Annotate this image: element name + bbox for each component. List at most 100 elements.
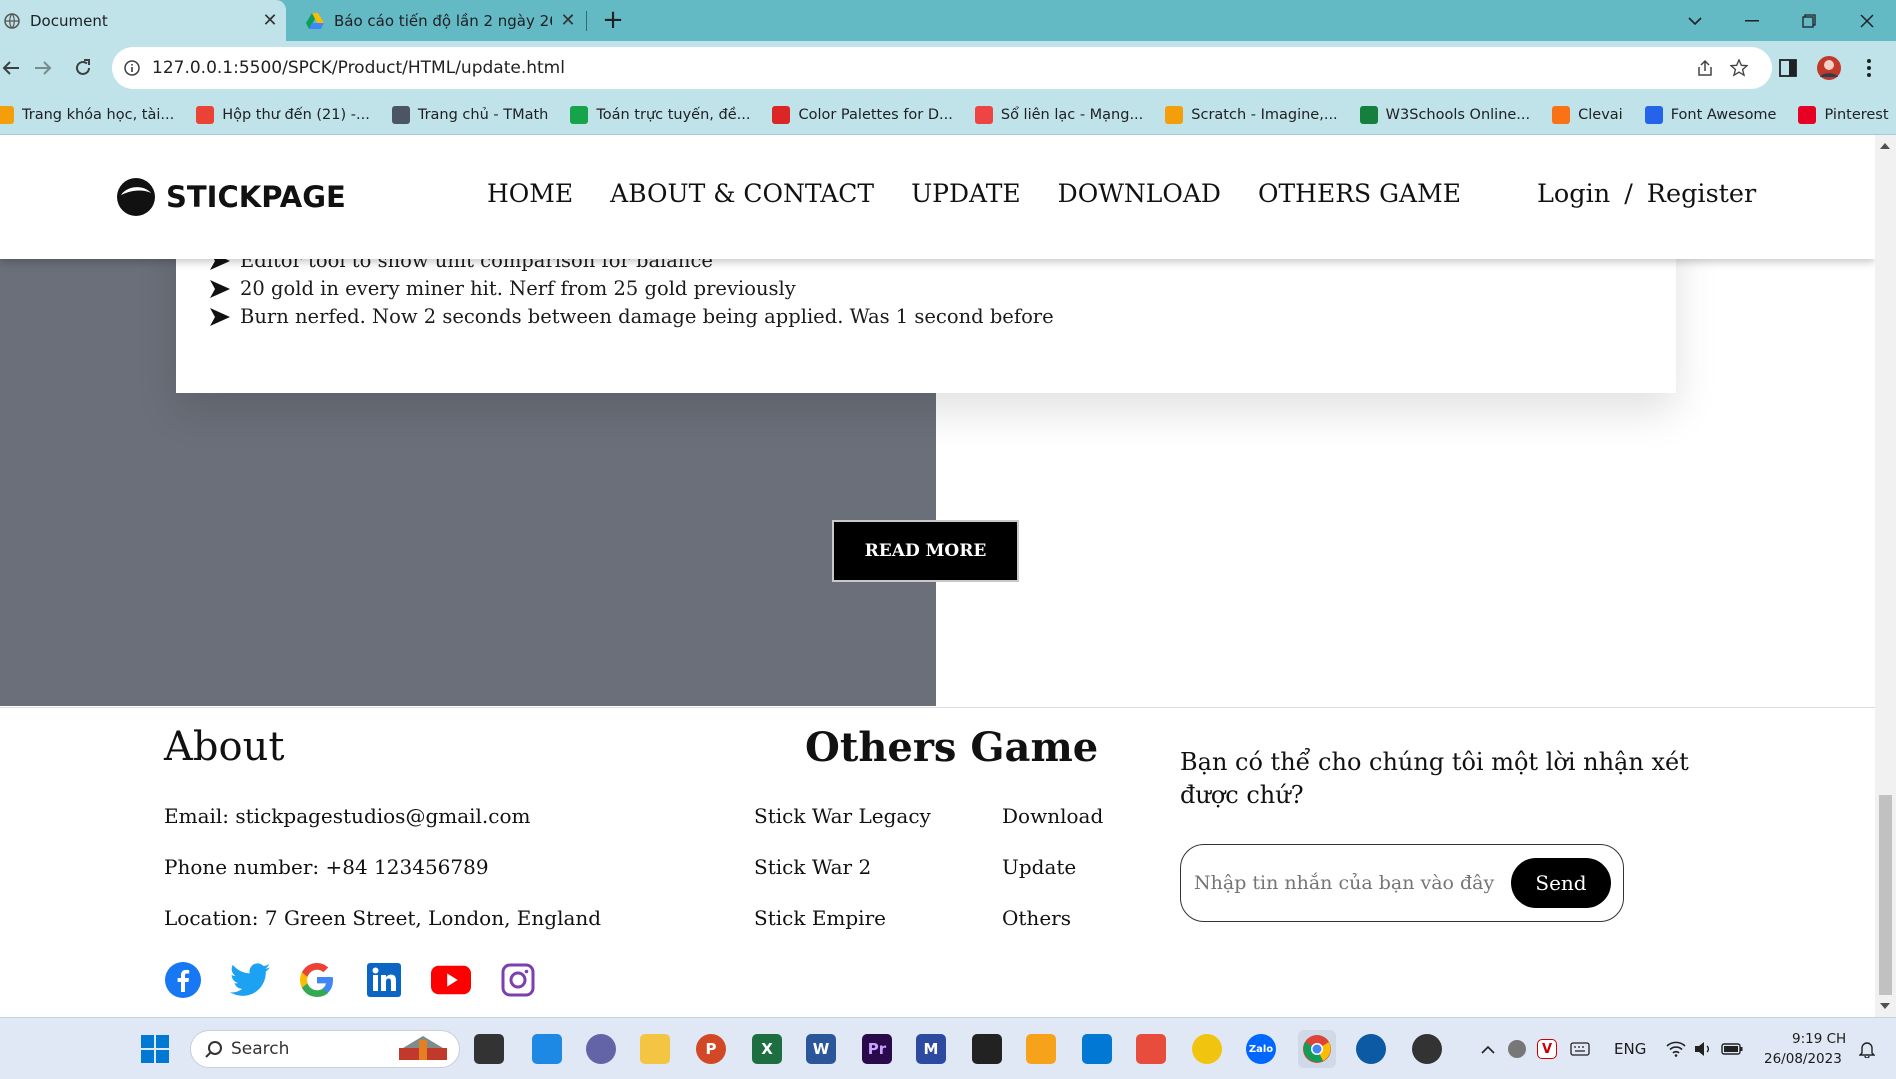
taskbar-search[interactable]: Search xyxy=(190,1030,460,1068)
bookmark-item[interactable]: Clevai xyxy=(1552,105,1623,124)
footer-link-others[interactable]: Others xyxy=(1002,906,1071,930)
chrome-icon[interactable] xyxy=(1298,1030,1336,1068)
teams-chat-icon[interactable] xyxy=(582,1030,620,1068)
close-tab-icon[interactable]: ✕ xyxy=(254,10,286,31)
nav-about-contact[interactable]: ABOUT & CONTACT xyxy=(610,179,874,208)
start-icon[interactable] xyxy=(136,1030,174,1068)
app-round-icon[interactable] xyxy=(1188,1030,1226,1068)
more-menu-icon[interactable] xyxy=(1856,55,1882,81)
tray-overflow-icon[interactable] xyxy=(1476,1030,1500,1068)
linkedin-icon[interactable] xyxy=(364,960,404,1000)
bookmark-label: Scratch - Imagine,... xyxy=(1191,106,1338,123)
read-more-button[interactable]: READ MORE xyxy=(832,520,1019,582)
vscode-icon[interactable] xyxy=(1078,1030,1116,1068)
nav-download[interactable]: DOWNLOAD xyxy=(1058,179,1221,208)
bookmark-label: Font Awesome xyxy=(1670,106,1777,123)
minimize-icon[interactable] xyxy=(1723,0,1781,41)
edge-icon[interactable] xyxy=(1352,1030,1390,1068)
back-icon[interactable] xyxy=(0,51,28,85)
volume-icon[interactable] xyxy=(1690,1030,1716,1068)
clevai-icon xyxy=(1552,105,1571,124)
nav-others-game[interactable]: OTHERS GAME xyxy=(1258,179,1461,208)
powerpoint-icon[interactable]: P xyxy=(692,1030,730,1068)
nav-update[interactable]: UPDATE xyxy=(911,179,1021,208)
zalo-icon[interactable]: Zalo xyxy=(1242,1030,1280,1068)
close-window-icon[interactable] xyxy=(1838,0,1896,41)
bookmark-item[interactable]: Sổ liên lạc - Mạng... xyxy=(974,105,1143,124)
url-input[interactable] xyxy=(152,58,1632,78)
login-link[interactable]: Login xyxy=(1537,179,1610,209)
language-indicator[interactable]: ENG xyxy=(1614,1040,1646,1058)
bookmark-star-icon[interactable] xyxy=(1726,57,1752,79)
tab-document[interactable]: Document ✕ xyxy=(0,0,286,41)
reload-icon[interactable] xyxy=(66,51,100,85)
bookmark-item[interactable]: Toán trực tuyến, đề... xyxy=(570,105,751,124)
notifications-icon[interactable] xyxy=(1854,1030,1880,1068)
scrollbar-thumb[interactable] xyxy=(1879,795,1892,995)
tab-search-icon[interactable] xyxy=(1666,0,1724,41)
bookmark-item[interactable]: Scratch - Imagine,... xyxy=(1165,105,1338,124)
paint-icon[interactable] xyxy=(1132,1030,1170,1068)
keyboard-icon[interactable] xyxy=(1566,1030,1594,1068)
bookmark-item[interactable]: Hộp thư đến (21) -... xyxy=(196,105,370,124)
page-viewport: Editor tool to show unit comparison for … xyxy=(0,135,1875,1017)
file-explorer-icon[interactable] xyxy=(636,1030,674,1068)
site-info-icon[interactable] xyxy=(112,60,152,76)
bookmark-item[interactable]: Trang chủ - TMath xyxy=(391,105,548,124)
wifi-icon[interactable] xyxy=(1662,1030,1690,1068)
register-link[interactable]: Register xyxy=(1647,179,1756,209)
close-tab-icon[interactable]: ✕ xyxy=(552,10,584,31)
profile-avatar[interactable] xyxy=(1816,55,1842,81)
instagram-icon[interactable] xyxy=(498,960,538,1000)
footer-link-download[interactable]: Download xyxy=(1002,804,1103,828)
twitter-icon[interactable] xyxy=(230,960,270,1000)
feedback-form: Send xyxy=(1180,844,1624,922)
google-icon[interactable] xyxy=(297,960,337,1000)
app-m-icon[interactable]: M xyxy=(912,1030,950,1068)
bookmark-item[interactable]: Pinterest xyxy=(1798,105,1889,124)
facebook-icon[interactable] xyxy=(163,960,203,1000)
address-bar[interactable] xyxy=(112,47,1772,89)
game-link-stick-war-2[interactable]: Stick War 2 xyxy=(754,855,871,879)
site-logo[interactable]: STICKPAGE xyxy=(116,177,346,217)
clock-time[interactable]: 9:19 CH xyxy=(1792,1031,1846,1047)
app-dark-icon[interactable] xyxy=(968,1030,1006,1068)
bookmark-item[interactable]: Font Awesome xyxy=(1644,105,1777,124)
scroll-up-icon[interactable] xyxy=(1880,143,1890,149)
restore-icon[interactable] xyxy=(1780,0,1838,41)
vietkey-tray-icon[interactable]: V xyxy=(1534,1030,1560,1068)
excel-icon[interactable]: X xyxy=(748,1030,786,1068)
antivirus-tray-icon[interactable] xyxy=(1504,1030,1530,1068)
bookmark-item[interactable]: Color Palettes for D... xyxy=(772,105,953,124)
task-view-icon[interactable] xyxy=(470,1030,508,1068)
logo-text: STICKPAGE xyxy=(166,180,346,214)
feedback-input[interactable] xyxy=(1194,872,1504,894)
send-button[interactable]: Send xyxy=(1511,858,1611,908)
bookmark-item[interactable]: W3Schools Online... xyxy=(1359,105,1530,124)
scroll-down-icon[interactable] xyxy=(1880,1003,1890,1009)
word-icon[interactable]: W xyxy=(802,1030,840,1068)
forward-icon[interactable] xyxy=(26,51,60,85)
game-link-stick-war-legacy[interactable]: Stick War Legacy xyxy=(754,804,931,828)
scratch-icon xyxy=(1165,105,1184,124)
battery-icon[interactable] xyxy=(1718,1030,1746,1068)
new-tab-button[interactable]: + xyxy=(598,4,628,36)
bookmark-item[interactable]: Trang khóa học, tài... xyxy=(0,105,174,124)
premiere-icon[interactable]: Pr xyxy=(858,1030,896,1068)
page-scrollbar[interactable] xyxy=(1875,135,1896,1017)
clock-date[interactable]: 26/08/2023 xyxy=(1764,1051,1842,1067)
obs-icon[interactable] xyxy=(1408,1030,1446,1068)
side-panel-icon[interactable] xyxy=(1775,55,1801,81)
update-text: Burn nerfed. Now 2 seconds between damag… xyxy=(240,305,1054,328)
share-icon[interactable] xyxy=(1692,57,1718,79)
widgets-icon[interactable] xyxy=(528,1030,566,1068)
nav-home[interactable]: HOME xyxy=(487,179,573,208)
scratch-taskbar-icon[interactable] xyxy=(1022,1030,1060,1068)
youtube-icon[interactable] xyxy=(431,960,471,1000)
arrow-bullet-icon xyxy=(210,308,234,326)
tab-report[interactable]: Báo cáo tiến độ lần 2 ngày 26/8 ✕ xyxy=(294,0,584,41)
footer-link-update[interactable]: Update xyxy=(1002,855,1076,879)
game-link-stick-empire[interactable]: Stick Empire xyxy=(754,906,886,930)
bookmark-label: Toán trực tuyến, đề... xyxy=(596,106,751,123)
bookmarks-bar: Trang khóa học, tài... Hộp thư đến (21) -… xyxy=(0,95,1896,135)
